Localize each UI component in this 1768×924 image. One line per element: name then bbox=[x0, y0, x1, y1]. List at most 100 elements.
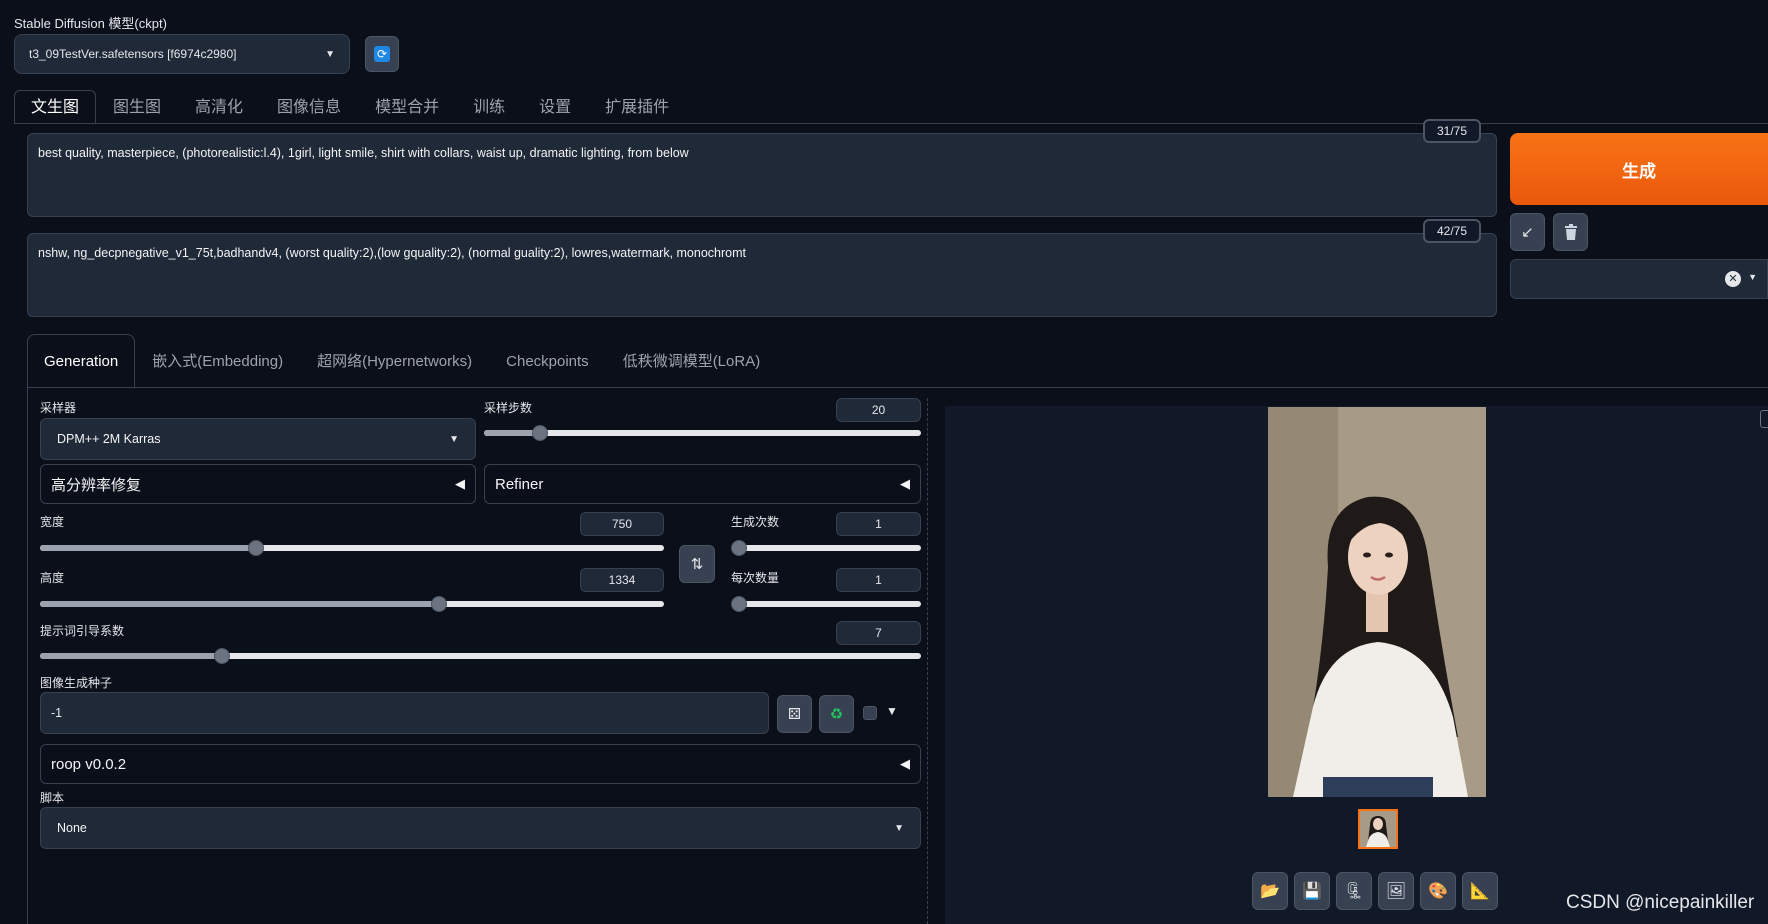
steps-input[interactable]: 20 bbox=[836, 398, 921, 422]
tab-hypernetworks[interactable]: 超网络(Hypernetworks) bbox=[300, 334, 489, 388]
styles-select[interactable]: ✕ ▼ bbox=[1510, 259, 1768, 299]
tab-txt2img[interactable]: 文生图 bbox=[14, 90, 97, 124]
script-label: 脚本 bbox=[40, 791, 65, 805]
send-to-inpaint-button[interactable]: 🎨 bbox=[1420, 872, 1456, 910]
width-input[interactable]: 750 bbox=[580, 512, 664, 536]
cfg-slider-fill bbox=[40, 653, 223, 659]
dice-icon: ⚄ bbox=[787, 706, 802, 723]
chevron-down-icon: ▼ bbox=[894, 822, 904, 834]
thumbnail-illustration bbox=[1360, 811, 1396, 847]
width-slider-fill bbox=[40, 545, 256, 551]
width-label: 宽度 bbox=[40, 515, 65, 529]
tab-embedding[interactable]: 嵌入式(Embedding) bbox=[135, 334, 300, 388]
extra-seed-checkbox[interactable] bbox=[863, 706, 877, 720]
script-value: None bbox=[57, 821, 87, 835]
sampler-value: DPM++ 2M Karras bbox=[57, 432, 161, 446]
batch-size-slider[interactable] bbox=[731, 596, 921, 612]
top-tabs: 文生图 图生图 高清化 图像信息 模型合并 训练 设置 扩展插件 bbox=[14, 90, 686, 124]
cfg-input[interactable]: 7 bbox=[836, 621, 921, 645]
swap-dimensions-button[interactable]: ⇅ bbox=[679, 545, 715, 583]
roop-label: roop v0.0.2 bbox=[51, 755, 127, 773]
tab-generation[interactable]: Generation bbox=[27, 334, 136, 388]
script-select[interactable]: None ▼ bbox=[40, 807, 921, 849]
batch-count-input[interactable]: 1 bbox=[836, 512, 921, 536]
batch-size-slider-thumb[interactable] bbox=[731, 596, 747, 612]
portrait-illustration bbox=[1268, 407, 1486, 797]
positive-prompt-input[interactable]: best quality, masterpiece, (photorealist… bbox=[27, 133, 1497, 217]
random-seed-button[interactable]: ⚄ bbox=[777, 695, 812, 733]
height-input[interactable]: 1334 bbox=[580, 568, 664, 592]
sampler-label: 采样器 bbox=[40, 401, 77, 415]
send-to-extras-button[interactable]: 📐 bbox=[1462, 872, 1498, 910]
arrow-paste-icon: ↙ bbox=[1521, 224, 1534, 241]
triangle-down-icon[interactable]: ▼ bbox=[886, 704, 898, 718]
send-to-img2img-button[interactable]: 🖼 bbox=[1378, 872, 1414, 910]
open-folder-button[interactable]: 📂 bbox=[1252, 872, 1288, 910]
hires-fix-accordion[interactable]: 高分辨率修复 ◀ bbox=[40, 464, 476, 504]
palette-icon: 🎨 bbox=[1428, 883, 1448, 900]
roop-accordion[interactable]: roop v0.0.2 ◀ bbox=[40, 744, 921, 784]
seed-input[interactable]: -1 bbox=[40, 692, 769, 734]
triangle-left-icon: ◀ bbox=[900, 756, 910, 771]
refiner-label: Refiner bbox=[495, 475, 544, 493]
save-button[interactable]: 💾 bbox=[1294, 872, 1330, 910]
steps-slider-thumb[interactable] bbox=[531, 425, 548, 441]
generated-image[interactable] bbox=[1268, 407, 1486, 797]
download-icon[interactable] bbox=[1760, 410, 1768, 428]
hires-fix-label: 高分辨率修复 bbox=[51, 476, 142, 494]
tab-img2img[interactable]: 图生图 bbox=[96, 90, 178, 124]
refresh-button[interactable]: ⟳ bbox=[365, 36, 399, 72]
width-slider-thumb[interactable] bbox=[247, 540, 264, 556]
triangle-left-icon: ◀ bbox=[455, 476, 465, 491]
height-label: 高度 bbox=[40, 571, 65, 585]
save-icon: 💾 bbox=[1302, 883, 1322, 900]
width-slider[interactable] bbox=[40, 540, 664, 556]
zip-button[interactable]: 🗜 bbox=[1336, 872, 1372, 910]
batch-count-slider[interactable] bbox=[731, 540, 921, 556]
tab-checkpoints[interactable]: Checkpoints bbox=[489, 334, 606, 388]
ruler-icon: 📐 bbox=[1470, 883, 1490, 900]
reuse-seed-button[interactable]: ♻ bbox=[819, 695, 854, 733]
height-slider[interactable] bbox=[40, 596, 664, 612]
cfg-label: 提示词引导系数 bbox=[40, 624, 125, 638]
model-select[interactable]: t3_09TestVer.safetensors [f6974c2980] ▼ bbox=[14, 34, 350, 74]
steps-label: 采样步数 bbox=[484, 401, 533, 415]
cfg-slider[interactable] bbox=[40, 648, 921, 664]
sub-tabs: Generation 嵌入式(Embedding) 超网络(Hypernetwo… bbox=[27, 334, 777, 388]
panel-divider bbox=[927, 398, 928, 924]
steps-slider[interactable] bbox=[484, 425, 921, 441]
tab-lora[interactable]: 低秩微调模型(LoRA) bbox=[606, 334, 778, 388]
model-select-value: t3_09TestVer.safetensors [f6974c2980] bbox=[29, 47, 237, 61]
tabs-divider bbox=[14, 123, 1768, 124]
clear-prompt-button[interactable] bbox=[1553, 213, 1588, 251]
chevron-down-icon: ▼ bbox=[325, 48, 335, 60]
close-icon[interactable]: ✕ bbox=[1725, 271, 1741, 287]
model-label: Stable Diffusion 模型(ckpt) bbox=[14, 16, 167, 31]
recycle-icon: ♻ bbox=[829, 706, 844, 723]
seed-label: 图像生成种子 bbox=[40, 676, 113, 690]
refiner-accordion[interactable]: Refiner ◀ bbox=[484, 464, 921, 504]
image-icon: 🖼 bbox=[1385, 883, 1407, 900]
generate-button[interactable]: 生成 bbox=[1510, 133, 1768, 205]
gallery-thumbnail[interactable] bbox=[1358, 809, 1398, 849]
sampler-select[interactable]: DPM++ 2M Karras ▼ bbox=[40, 418, 476, 460]
batch-size-label: 每次数量 bbox=[731, 571, 780, 585]
negative-prompt-input[interactable]: nshw, ng_decpnegative_v1_75t,badhandv4, … bbox=[27, 233, 1497, 317]
batch-count-slider-thumb[interactable] bbox=[731, 540, 747, 556]
chevron-down-icon: ▼ bbox=[449, 433, 459, 445]
refresh-icon: ⟳ bbox=[374, 46, 390, 62]
paste-params-button[interactable]: ↙ bbox=[1510, 213, 1545, 251]
tab-extensions[interactable]: 扩展插件 bbox=[588, 90, 686, 124]
trash-icon bbox=[1564, 224, 1577, 240]
batch-size-input[interactable]: 1 bbox=[836, 568, 921, 592]
batch-count-label: 生成次数 bbox=[731, 515, 780, 529]
triangle-left-icon: ◀ bbox=[900, 476, 910, 491]
tab-extras[interactable]: 高清化 bbox=[178, 90, 260, 124]
tab-png-info[interactable]: 图像信息 bbox=[260, 90, 358, 124]
tab-train[interactable]: 训练 bbox=[456, 90, 522, 124]
folder-icon: 📂 bbox=[1260, 883, 1280, 900]
tab-model-merge[interactable]: 模型合并 bbox=[358, 90, 456, 124]
positive-token-counter: 31/75 bbox=[1423, 119, 1481, 143]
swap-icon: ⇅ bbox=[690, 556, 704, 573]
tab-settings[interactable]: 设置 bbox=[522, 90, 588, 124]
